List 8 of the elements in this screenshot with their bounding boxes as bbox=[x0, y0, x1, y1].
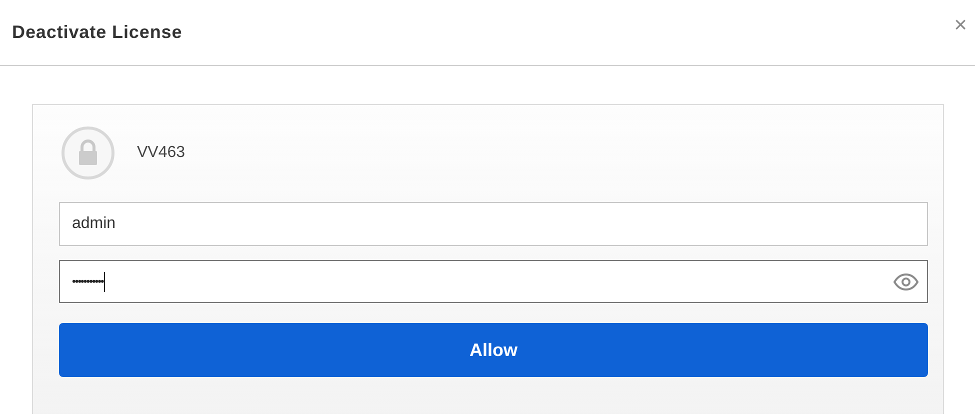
password-field[interactable]: ••••••••••• bbox=[59, 260, 928, 303]
eye-icon[interactable] bbox=[893, 272, 919, 290]
device-name: VV463 bbox=[137, 143, 186, 163]
allow-button[interactable]: Allow bbox=[59, 323, 928, 377]
username-field[interactable]: admin bbox=[59, 202, 928, 246]
close-button[interactable]: × bbox=[954, 14, 967, 36]
dialog-title: Deactivate License bbox=[12, 21, 182, 44]
lock-icon bbox=[61, 126, 115, 180]
